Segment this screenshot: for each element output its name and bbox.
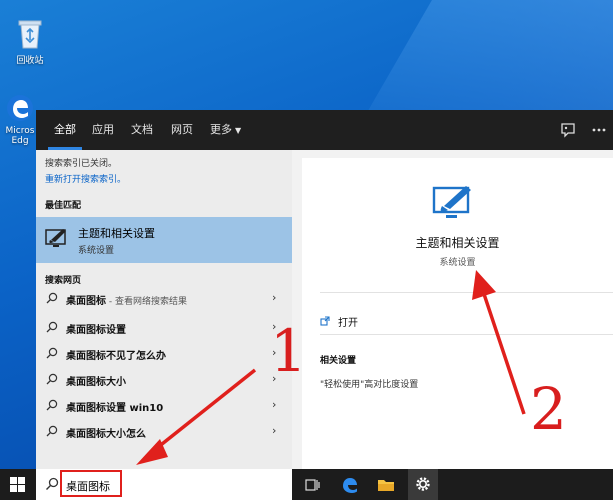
web-search-header: 搜索网页 [45,276,82,286]
tab-more[interactable]: 更多 ▼ [210,110,241,150]
index-notice: 搜索索引已关闭。 [45,159,118,169]
search-filter-bar: 全部 应用 文档 网页 更多 ▼ [36,110,613,150]
settings-taskbar-button[interactable] [408,469,438,500]
tab-documents[interactable]: 文档 [131,110,153,150]
search-icon [46,477,59,490]
recycle-bin-label: 回收站 [16,56,44,66]
feedback-icon[interactable] [559,121,577,139]
chevron-right-icon[interactable]: › [272,291,276,304]
theme-brush-icon [45,229,66,247]
edge-label-line2: Edg [11,136,29,146]
result-suffix: - 查看网络搜索结果 [106,297,187,307]
tab-apps[interactable]: 应用 [92,110,114,150]
related-settings-header: 相关设置 [320,356,357,366]
search-icon [46,399,58,411]
divider [320,292,613,293]
result-text: 桌面图标大小怎么 [66,429,146,440]
task-view-icon[interactable] [302,475,322,495]
edge-desktop-icon[interactable]: Micros Edg [0,93,40,146]
result-text: 桌面图标设置 [66,325,126,336]
preview-title: 主题和相关设置 [415,236,500,250]
high-contrast-settings-link[interactable]: "轻松使用"高对比度设置 [320,377,418,390]
results-list: 搜索索引已关闭。 重新打开搜索索引。 最佳匹配 主题和相关设置 系统设置 搜索网… [36,150,292,469]
search-icon [46,321,58,333]
best-match-header: 最佳匹配 [45,201,82,211]
recycle-bin-icon [18,20,42,49]
recycle-bin-desktop-icon[interactable]: 回收站 [2,18,58,66]
more-options-icon[interactable] [590,121,608,139]
open-action[interactable]: 打开 [320,314,358,329]
result-text: 桌面图标设置 win10 [66,403,164,414]
file-explorer-icon[interactable] [376,475,396,495]
list-item[interactable]: 桌面图标设置 win10 › [36,393,292,418]
list-item[interactable]: 桌面图标 - 查看网络搜索结果 › [36,286,292,311]
windows-start-icon[interactable] [10,477,25,492]
edge-taskbar-icon[interactable] [340,475,360,495]
search-panel: 全部 应用 文档 网页 更多 ▼ 搜索索引已关闭。 重新打开搜索索引。 最佳匹配 … [36,110,613,469]
edge-label-line1: Micros [5,126,35,136]
open-label: 打开 [338,318,358,329]
list-item[interactable]: 桌面图标大小怎么 › [36,419,292,444]
open-icon [320,316,330,326]
annotation-label-1: 1 [270,317,307,385]
gear-icon [416,477,430,491]
best-match-title: 主题和相关设置 [78,227,155,240]
theme-brush-icon [432,186,471,218]
list-item[interactable]: 桌面图标不见了怎么办 › [36,341,292,366]
divider [320,334,613,335]
search-icon [46,347,58,359]
search-icon [46,292,58,304]
result-text: 桌面图标大小 [66,377,126,388]
search-text-highlight-box [60,470,122,497]
best-match-item[interactable]: 主题和相关设置 系统设置 [36,217,292,263]
chevron-down-icon: ▼ [235,126,242,135]
preview-subtitle: 系统设置 [439,258,476,268]
reenable-index-link[interactable]: 重新打开搜索索引。 [45,172,126,185]
tab-all[interactable]: 全部 [48,110,82,150]
tab-more-label: 更多 [210,123,232,136]
search-icon [46,373,58,385]
tab-web[interactable]: 网页 [171,110,193,150]
chevron-right-icon[interactable]: › [272,398,276,411]
edge-browser-icon [7,95,33,121]
list-item[interactable]: 桌面图标设置 › [36,315,292,340]
result-text: 桌面图标不见了怎么办 [66,351,166,362]
list-item[interactable]: 桌面图标大小 › [36,367,292,392]
annotation-label-2: 2 [530,375,567,443]
search-icon [46,425,58,437]
chevron-right-icon[interactable]: › [272,424,276,437]
best-match-subtitle: 系统设置 [78,246,115,256]
result-text: 桌面图标 [66,296,106,307]
